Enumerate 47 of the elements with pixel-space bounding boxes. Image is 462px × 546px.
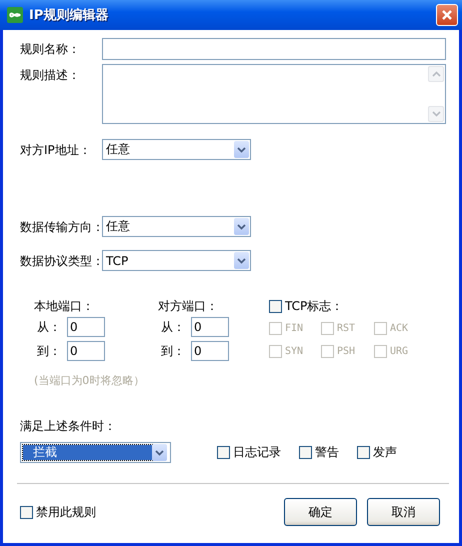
field-label: 对方端口： (158, 298, 218, 314)
checkbox[interactable] (357, 446, 370, 459)
field-label: 本地端口： (34, 298, 94, 314)
checkbox-label: TCP标志： (285, 298, 344, 315)
dialog-button[interactable]: 取消 (367, 498, 440, 526)
checkbox[interactable] (20, 506, 33, 518)
field-label: 数据协议类型： (20, 253, 102, 270)
field-label: 规则描述： (20, 67, 81, 84)
checkbox[interactable] (269, 300, 282, 313)
checkbox-label: 警告 (315, 444, 339, 461)
field-label: 从： (160, 318, 186, 336)
checkbox[interactable] (299, 446, 312, 459)
section-label: 满足上述条件时： (20, 418, 117, 435)
dropdown[interactable]: 任意 (102, 216, 251, 237)
close-button[interactable] (436, 4, 458, 26)
window-title: IP规则编辑器 (29, 6, 110, 24)
dropdown[interactable]: 任意 (102, 139, 251, 160)
field-label: 到： (36, 342, 62, 360)
scroll-up-icon (428, 66, 444, 82)
hint-text: (当端口为0时将忽略） (33, 373, 146, 388)
checkbox-label: 禁用此规则 (36, 504, 96, 520)
close-icon (441, 9, 453, 21)
scroll-down-icon (428, 106, 444, 122)
input-field[interactable] (102, 38, 446, 60)
field-label: 规则名称： (20, 41, 81, 58)
text-area[interactable] (102, 64, 446, 124)
field-label: 到： (160, 342, 186, 360)
input-field[interactable]: 0 (67, 341, 105, 361)
checkbox[interactable] (217, 446, 230, 459)
dialog-button[interactable]: 确定 (284, 498, 357, 526)
field-label: 从： (36, 318, 62, 336)
checkbox-label: URG (390, 346, 408, 357)
input-field[interactable]: 0 (191, 341, 229, 361)
field-label: 对方IP地址： (20, 142, 92, 159)
field-label: 数据传输方向： (20, 219, 102, 236)
checkbox-label: FIN (285, 323, 304, 334)
checkbox-label: SYN (285, 346, 304, 357)
checkbox-label: 日志记录 (233, 444, 281, 461)
input-field[interactable]: 0 (67, 317, 105, 337)
app-icon (7, 7, 23, 23)
checkbox-label: 发声 (373, 444, 397, 461)
checkbox-label: RST (337, 323, 356, 334)
input-field[interactable]: 0 (191, 317, 229, 337)
checkbox-label: ACK (390, 323, 408, 334)
dropdown[interactable]: 拦截 (20, 442, 171, 463)
dropdown[interactable]: TCP (102, 250, 251, 271)
checkbox-label: PSH (337, 346, 356, 357)
